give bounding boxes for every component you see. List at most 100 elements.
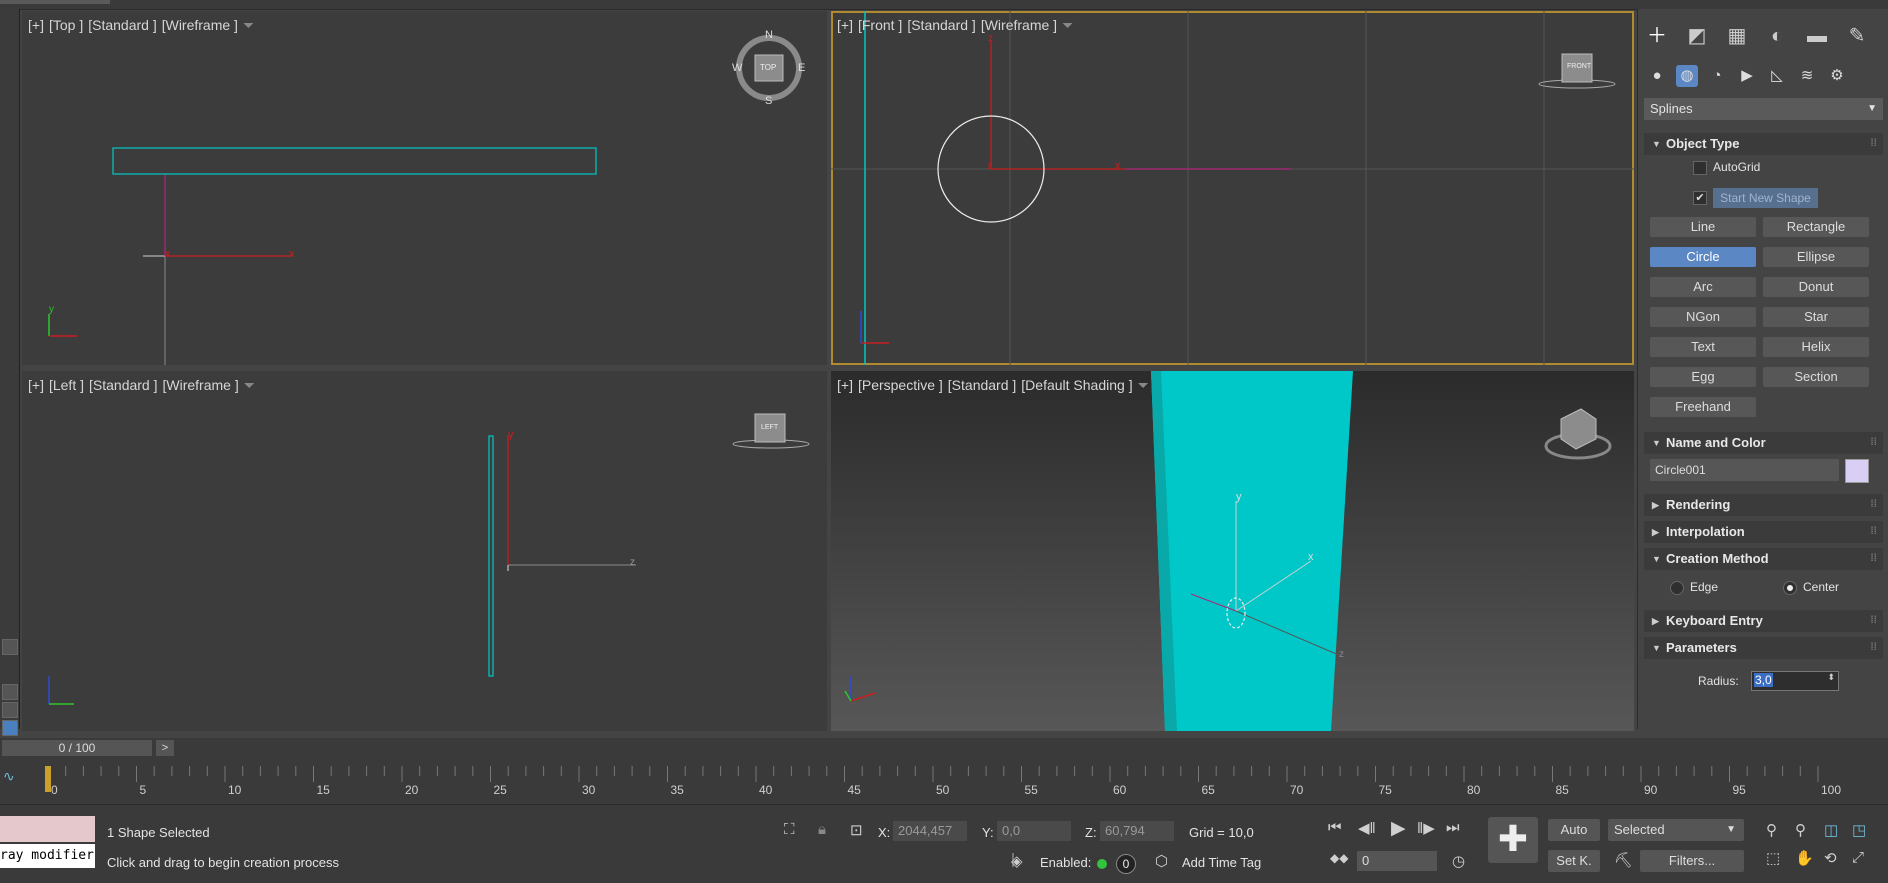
left-tool-button[interactable]	[2, 720, 18, 736]
lock-icon[interactable]: 🔒︎	[818, 821, 826, 838]
zoom-icon[interactable]: ⚲	[1766, 821, 1777, 839]
autogrid-checkbox[interactable]	[1693, 161, 1707, 175]
helpers-icon[interactable]: ◺	[1766, 65, 1788, 87]
field-of-view-icon[interactable]: ⬚	[1766, 849, 1780, 867]
utilities-tab-icon[interactable]: ✎	[1844, 23, 1870, 49]
axis-label-y: y	[1236, 491, 1242, 503]
filters-button[interactable]: Filters...	[1640, 850, 1744, 872]
auto-key-button[interactable]: Auto	[1548, 819, 1600, 841]
spacewarps-icon[interactable]: ≋	[1796, 65, 1818, 87]
donut-button[interactable]: Donut	[1763, 277, 1869, 297]
rollout-rendering[interactable]: ▶ Rendering ⁞⁞	[1644, 494, 1883, 516]
freehand-button[interactable]: Freehand	[1650, 397, 1756, 417]
left-tool-button[interactable]	[2, 702, 18, 718]
z-coordinate-field[interactable]: 60,794	[1100, 821, 1174, 841]
text-button[interactable]: Text	[1650, 337, 1756, 357]
shapes-icon[interactable]: ◍	[1676, 65, 1698, 87]
absolute-mode-icon[interactable]: ⊡	[850, 821, 863, 839]
start-new-shape-checkbox[interactable]: ✔	[1693, 191, 1707, 205]
line-button[interactable]: Line	[1650, 217, 1756, 237]
play-icon[interactable]: ▶	[1391, 817, 1406, 840]
pan-icon[interactable]: ✋	[1795, 849, 1814, 867]
rollout-interpolation[interactable]: ▶ Interpolation ⁞⁞	[1644, 521, 1883, 543]
center-radio[interactable]	[1783, 581, 1797, 595]
goto-start-icon[interactable]: ⏮	[1328, 819, 1342, 836]
orbit-icon[interactable]: ⟲	[1824, 849, 1837, 867]
zoom-extents-icon[interactable]: ◫	[1824, 821, 1838, 839]
object-color-swatch[interactable]	[1845, 459, 1869, 483]
left-tool-button[interactable]	[2, 639, 18, 655]
selected-dropdown[interactable]: Selected ▼	[1608, 819, 1744, 841]
zoom-extents-all-icon[interactable]: ◳	[1852, 821, 1866, 839]
viewport-label[interactable]: [+] [Top ] [Standard ] [Wireframe ] ⏷	[28, 17, 259, 34]
maxscript-field[interactable]: ray modifier	[0, 844, 95, 868]
timeline-ruler[interactable]: ∿ 0 5 10 15 20 25 30 35 40 45 50 55 60 65 70 75 80 85 90 95…	[0, 760, 1888, 804]
left-tool-button[interactable]	[2, 684, 18, 700]
rollout-keyboard-entry[interactable]: ▶ Keyboard Entry ⁞⁞	[1644, 610, 1883, 632]
time-slider[interactable]: 0 / 100	[2, 740, 152, 756]
rectangle-button[interactable]: Rectangle	[1763, 217, 1869, 237]
edge-radio[interactable]	[1670, 581, 1684, 595]
enabled-count[interactable]: 0	[1116, 854, 1136, 874]
next-frame-button[interactable]: >	[156, 740, 174, 756]
next-frame-icon[interactable]: ‖▶︎	[1417, 819, 1435, 837]
create-tab-icon[interactable]: ＋	[1644, 23, 1670, 49]
rollout-parameters[interactable]: ▼ Parameters ⁞⁞	[1644, 637, 1883, 659]
viewcube-compass[interactable]: N S E W TOP	[732, 29, 806, 109]
viewport-front[interactable]: [+] [Front ] [Standard ] [Wireframe ] ⏷ z x …	[831, 11, 1634, 365]
x-coordinate-field[interactable]: 2044,457	[893, 821, 967, 841]
hierarchy-tab-icon[interactable]: ▦	[1724, 23, 1750, 49]
section-button[interactable]: Section	[1763, 367, 1869, 387]
modify-tab-icon[interactable]: ◩	[1684, 23, 1710, 49]
viewport-left[interactable]: [+] [Left ] [Standard ] [Wireframe ] ⏷ y z L…	[22, 371, 827, 731]
zoom-all-icon[interactable]: ⚲	[1795, 821, 1806, 839]
viewcube-left[interactable]: LEFT	[761, 424, 778, 431]
cameras-icon[interactable]: ▶	[1736, 65, 1758, 87]
systems-icon[interactable]: ⚙	[1826, 65, 1848, 87]
ngon-button[interactable]: NGon	[1650, 307, 1756, 327]
goto-end-icon[interactable]: ⏭	[1446, 819, 1460, 836]
circle-button[interactable]: Circle	[1650, 247, 1756, 267]
key-mode-icon[interactable]: ◆◆	[1330, 851, 1348, 865]
set-key-big-icon[interactable]: ✚	[1488, 817, 1538, 863]
helix-button[interactable]: Helix	[1763, 337, 1869, 357]
collapse-triangle-icon: ▼	[1652, 139, 1661, 149]
maximize-viewport-icon[interactable]: ⤢	[1852, 849, 1864, 866]
rollout-name-and-color[interactable]: ▼ Name and Color ⁞⁞	[1644, 432, 1883, 454]
prev-frame-icon[interactable]: ◀︎‖	[1358, 819, 1376, 837]
lights-icon[interactable]: ◔	[1706, 65, 1728, 87]
rollout-object-type[interactable]: ▼ Object Type ⁞⁞	[1644, 133, 1883, 155]
add-time-tag[interactable]: Add Time Tag	[1182, 855, 1261, 870]
time-tag-icon[interactable]: ⬡	[1155, 852, 1168, 870]
set-key-button[interactable]: Set K.	[1548, 850, 1600, 872]
isolate-icon[interactable]: ⛶	[784, 821, 795, 838]
maxscript-listener-pink[interactable]	[0, 816, 95, 842]
geometry-icon[interactable]: ●	[1646, 65, 1668, 87]
time-marker[interactable]	[45, 766, 51, 792]
category-dropdown[interactable]: Splines ▼	[1644, 98, 1883, 120]
ellipse-button[interactable]: Ellipse	[1763, 247, 1869, 267]
arc-button[interactable]: Arc	[1650, 277, 1756, 297]
adaptive-degradation-icon[interactable]: ◈	[1011, 852, 1023, 870]
viewport-perspective[interactable]: [+] [Perspective ] [Standard ] [Default Sha…	[831, 371, 1634, 731]
menu-tab[interactable]	[0, 0, 110, 4]
rollout-creation-method[interactable]: ▼ Creation Method ⁞⁞	[1644, 548, 1883, 570]
object-name-field[interactable]: Circle001	[1650, 459, 1839, 481]
star-button[interactable]: Star	[1763, 307, 1869, 327]
display-tab-icon[interactable]: ▬	[1804, 23, 1830, 49]
viewport-top[interactable]: [+] [Top ] [Standard ] [Wireframe ] ⏷ x x y …	[22, 11, 827, 365]
current-frame-field[interactable]: 0	[1357, 851, 1437, 871]
egg-button[interactable]: Egg	[1650, 367, 1756, 387]
viewport-label[interactable]: [+] [Perspective ] [Standard ] [Default Sha…	[837, 377, 1154, 394]
viewport-label[interactable]: [+] [Front ] [Standard ] [Wireframe ] ⏷	[837, 17, 1078, 34]
time-config-icon[interactable]: ◷	[1452, 852, 1465, 870]
motion-tab-icon[interactable]: ◐	[1764, 23, 1790, 49]
y-coordinate-field[interactable]: 0,0	[997, 821, 1071, 841]
viewport-label[interactable]: [+] [Left ] [Standard ] [Wireframe ] ⏷	[28, 377, 260, 394]
key-filters-icon[interactable]: ⛏	[1614, 851, 1633, 869]
radius-spinner[interactable]: 3,0 ⬍	[1751, 671, 1839, 691]
start-new-shape-button[interactable]: Start New Shape	[1713, 188, 1818, 208]
timeline-tick-label: 10	[228, 783, 242, 797]
axis-label-z: z	[1339, 649, 1344, 660]
viewcube-front[interactable]: FRONT	[1567, 63, 1591, 70]
